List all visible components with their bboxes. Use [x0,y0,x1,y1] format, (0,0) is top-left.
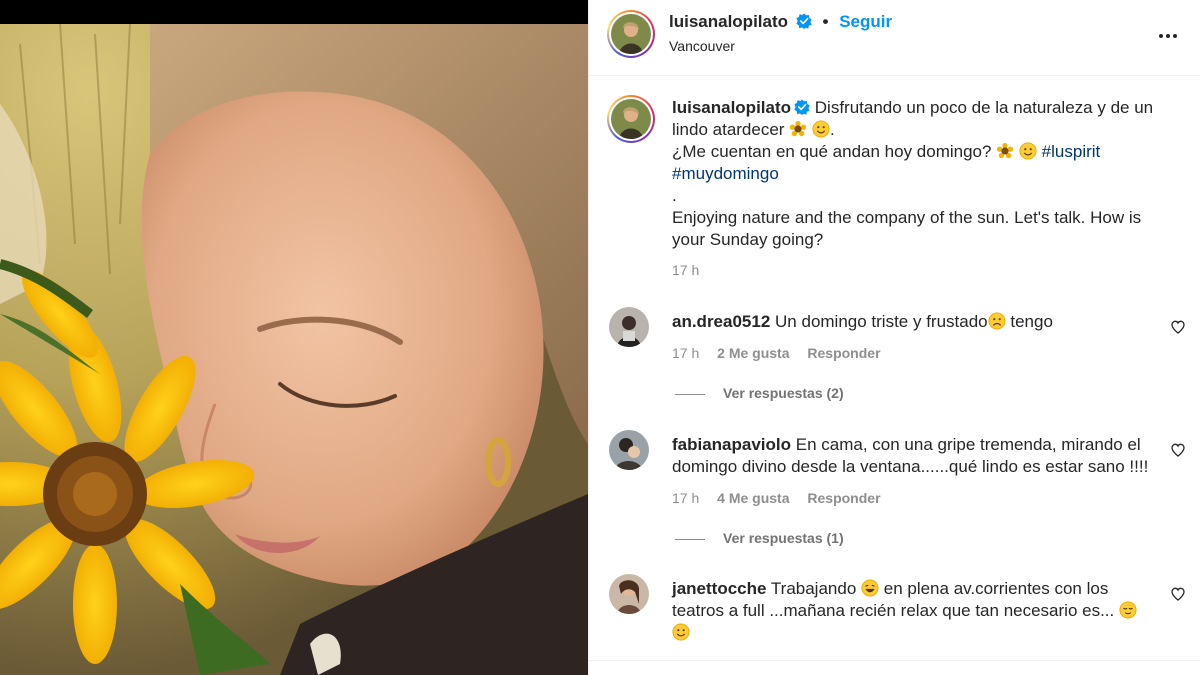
relieved-emoji [1119,601,1137,619]
comment-text-after: tengo [1005,312,1053,331]
smile-emoji [672,623,690,641]
hashtag-muydomingo[interactable]: #muydomingo [672,164,779,183]
comment-time[interactable]: 17 h [672,490,699,506]
verified-badge-icon [794,99,810,115]
caption-english: Enjoying nature and the company of the s… [672,208,1142,249]
comment-text-row: an.drea0512 Un domingo triste y frustado… [672,311,1152,333]
comment-text: Trabajando [770,579,857,598]
heart-icon[interactable] [1170,586,1186,602]
heart-icon[interactable] [1170,319,1186,335]
caption-dot: . [672,186,677,205]
caption-body: luisanalopilato Disfrutando un poco de l… [672,97,1172,281]
view-replies-button[interactable]: Ver respuestas (1) [675,530,844,546]
comment-likes[interactable]: 2 Me gusta [717,345,789,361]
more-options-icon[interactable] [1156,24,1180,48]
sunflower-emoji [790,120,807,137]
caption-avatar[interactable] [607,95,655,143]
view-replies-label: Ver respuestas (1) [723,530,844,546]
comment-meta: 17 h 4 Me gusta Responder [672,487,1152,509]
avatar-image [611,14,651,54]
avatar-image [611,99,651,139]
comment-username[interactable]: janettocche [672,579,766,598]
verified-badge-icon [796,13,812,29]
comment-username[interactable]: an.drea0512 [672,312,770,331]
action-bar [589,660,1200,675]
caption-paragraph: luisanalopilato Disfrutando un poco de l… [672,97,1172,141]
comment-body: fabianapaviolo En cama, con una gripe tr… [672,434,1152,509]
post-header: luisanalopilato • Seguir Vancouver [589,0,1200,76]
replies-line [675,538,705,540]
replies-line [675,393,705,395]
comment-time[interactable]: 17 h [672,345,699,361]
smile-emoji [1019,142,1037,160]
caption-dot-after-emoji: . [829,120,835,139]
smile-emoji [812,120,830,138]
header-separator: • [822,12,829,31]
comment-text-row: janettocche Trabajando en plena av.corri… [672,578,1152,644]
post-photo[interactable] [0,24,588,675]
heart-icon[interactable] [1170,442,1186,458]
view-replies-label: Ver respuestas (2) [723,385,844,401]
sunflower-emoji [997,142,1014,159]
comment-meta: 17 h 2 Me gusta Responder [672,342,1152,364]
profile-avatar[interactable] [607,10,655,58]
hashtag-luspirit[interactable]: #luspirit [1042,142,1101,161]
caption-question: ¿Me cuentan en qué andan hoy domingo? #l… [672,141,1172,185]
laughing-emoji [861,579,879,597]
comment-avatar[interactable] [609,307,649,347]
comment-likes[interactable]: 4 Me gusta [717,490,789,506]
follow-button[interactable]: Seguir [839,12,892,31]
comment-text: Un domingo triste y frustado [775,312,988,331]
post-photo-panel [0,0,588,675]
comment-body: janettocche Trabajando en plena av.corri… [672,578,1152,644]
comment-avatar[interactable] [609,574,649,614]
caption-username[interactable]: luisanalopilato [672,98,791,117]
comment-body: an.drea0512 Un domingo triste y frustado… [672,311,1152,364]
location-link[interactable]: Vancouver [669,38,735,54]
reply-button[interactable]: Responder [807,345,880,361]
comment-username[interactable]: fabianapaviolo [672,435,791,454]
worried-emoji [988,312,1006,330]
post-time[interactable]: 17 h [672,259,1172,281]
view-replies-button[interactable]: Ver respuestas (2) [675,385,844,401]
post-panel: luisanalopilato • Seguir Vancouver luisa… [588,0,1200,675]
header-username-row: luisanalopilato • Seguir [669,12,892,32]
comment-avatar[interactable] [609,430,649,470]
comment-text-row: fabianapaviolo En cama, con una gripe tr… [672,434,1152,478]
header-username[interactable]: luisanalopilato [669,12,788,31]
caption-text-2: ¿Me cuentan en qué andan hoy domingo? [672,142,992,161]
reply-button[interactable]: Responder [807,490,880,506]
